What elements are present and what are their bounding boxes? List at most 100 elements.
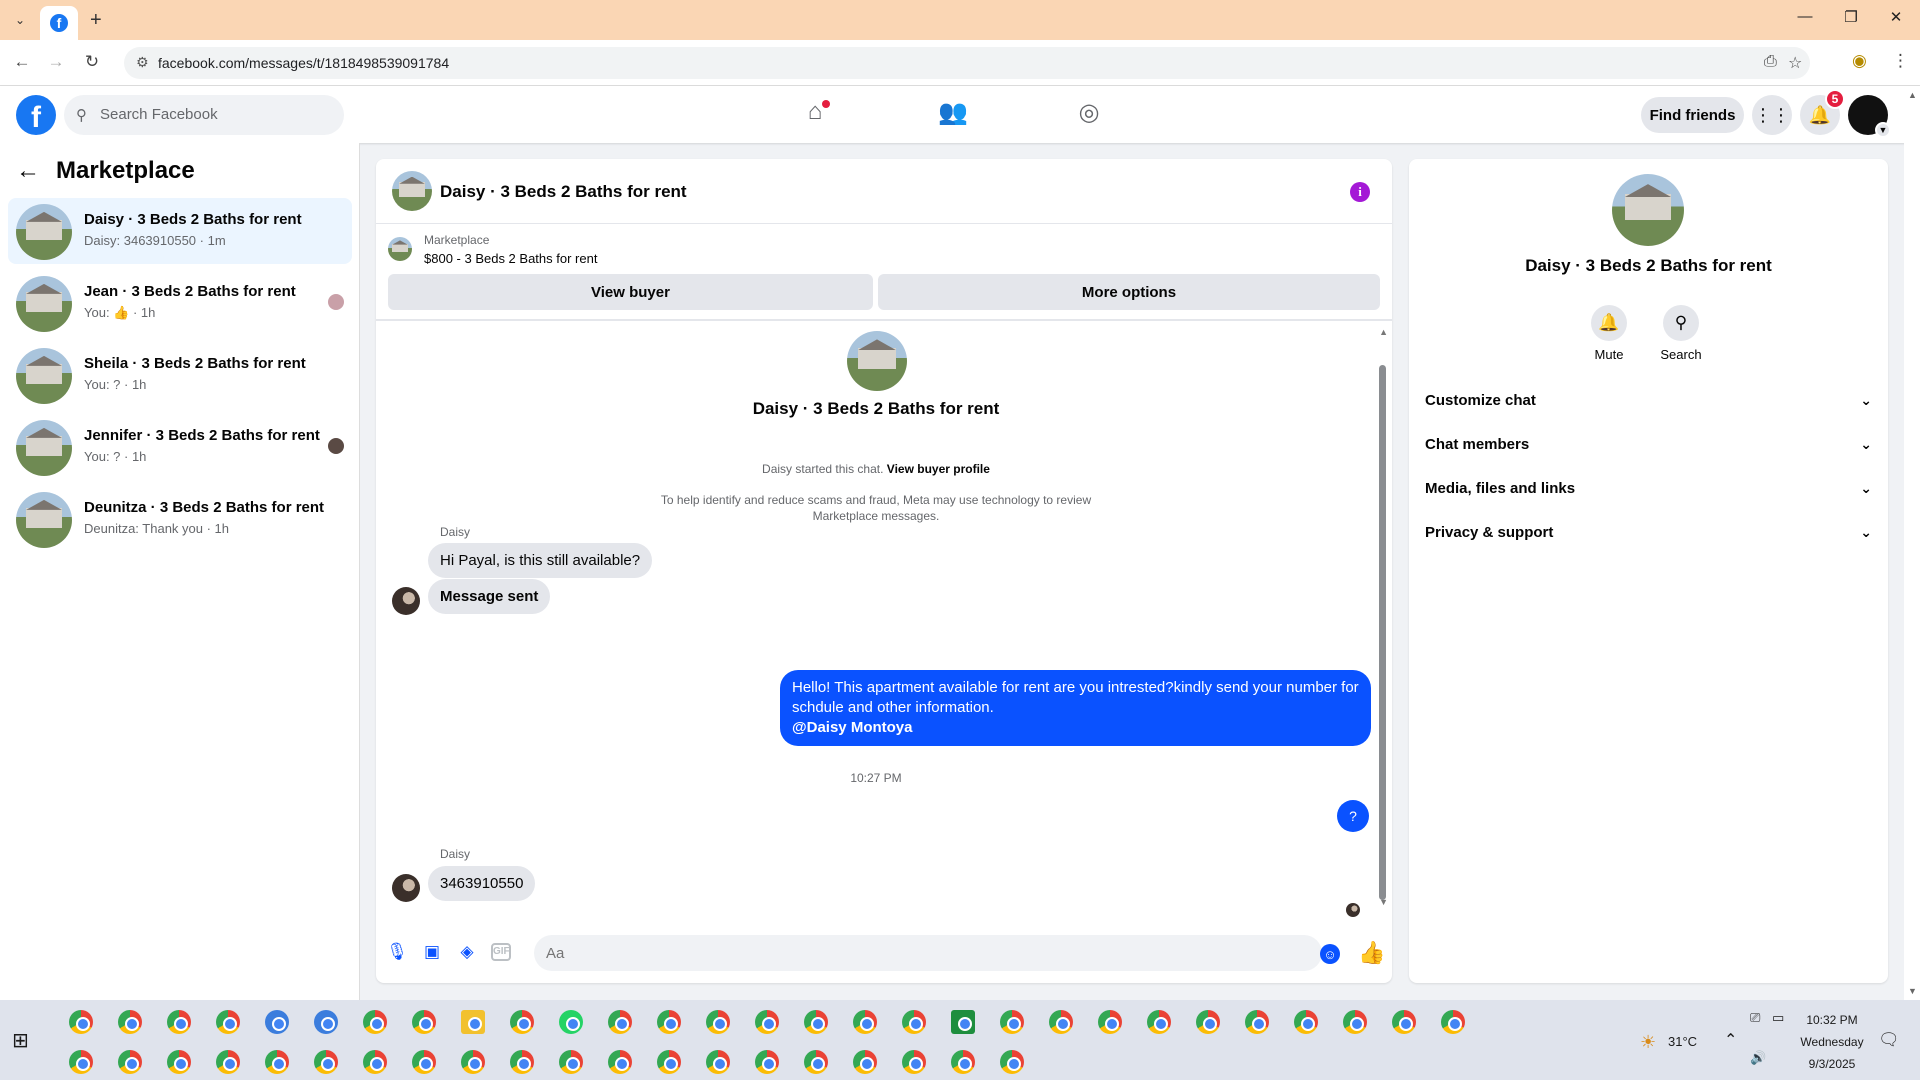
install-app-icon[interactable]: ⎙ — [1764, 53, 1777, 71]
chat-avatar[interactable] — [392, 171, 432, 211]
chat-title[interactable]: Daisy · 3 Beds 2 Baths for rent — [440, 182, 687, 202]
chrome-taskbar-icon[interactable] — [644, 1002, 693, 1042]
thumbs-up-icon[interactable]: 👍 — [1358, 940, 1385, 966]
chrome-taskbar-icon[interactable] — [987, 1002, 1036, 1042]
chrome-taskbar-icon[interactable] — [742, 1002, 791, 1042]
sheets-icon[interactable] — [938, 1002, 987, 1042]
browser-tab-facebook[interactable]: f — [40, 6, 78, 40]
chrome-taskbar-icon[interactable] — [693, 1042, 742, 1080]
emoji-icon[interactable]: ☺ — [1320, 944, 1340, 964]
address-bar[interactable]: ⚙ facebook.com/messages/t/18184985390917… — [124, 47, 1810, 79]
chrome-taskbar-icon[interactable] — [791, 1042, 840, 1080]
incoming-message[interactable]: Hi Payal, is this still available? — [428, 543, 653, 578]
chrome-taskbar-icon[interactable] — [1330, 1002, 1379, 1042]
friends-icon[interactable]: 👥 — [933, 98, 973, 132]
chrome-taskbar-icon[interactable] — [595, 1002, 644, 1042]
app-taskbar-icon[interactable] — [301, 1002, 350, 1042]
scroll-down-icon[interactable]: ▼ — [1379, 897, 1388, 907]
account-avatar[interactable]: ▼ — [1848, 95, 1891, 138]
forward-icon[interactable]: → — [44, 52, 68, 72]
scroll-up-icon[interactable]: ▲ — [1908, 90, 1917, 100]
chrome-taskbar-icon[interactable] — [105, 1042, 154, 1080]
chrome-taskbar-icon[interactable] — [1428, 1002, 1477, 1042]
chrome-taskbar-icon[interactable] — [350, 1042, 399, 1080]
message-input[interactable] — [534, 935, 1322, 971]
chrome-taskbar-icon[interactable] — [1379, 1002, 1428, 1042]
chat-members-section[interactable]: Chat members ⌄ — [1425, 436, 1872, 460]
chrome-taskbar-icon[interactable] — [644, 1042, 693, 1080]
groups-icon[interactable]: ◎ — [1069, 98, 1109, 132]
conversation-item-jennifer[interactable]: Jennifer · 3 Beds 2 Baths for rent You: … — [8, 414, 352, 480]
temperature[interactable]: 31°C — [1668, 1034, 1697, 1049]
chrome-taskbar-icon[interactable] — [1134, 1002, 1183, 1042]
outgoing-message[interactable]: ? — [1337, 800, 1369, 832]
chrome-taskbar-icon[interactable] — [154, 1002, 203, 1042]
incoming-message[interactable]: Message sent — [428, 579, 551, 614]
chrome-taskbar-icon[interactable] — [742, 1042, 791, 1080]
facebook-search-input[interactable]: ⚲ Search Facebook — [64, 95, 344, 135]
tab-search-chevron-icon[interactable]: ⌄ — [10, 10, 30, 30]
info-icon[interactable]: i — [1350, 182, 1370, 202]
site-settings-icon[interactable]: ⚙ — [136, 54, 149, 71]
customize-chat-section[interactable]: Customize chat ⌄ — [1425, 392, 1872, 416]
chrome-taskbar-icon[interactable] — [252, 1042, 301, 1080]
chrome-taskbar-icon[interactable] — [497, 1002, 546, 1042]
notification-center-icon[interactable]: 🗨 — [1878, 1030, 1900, 1050]
scroll-thumb[interactable] — [1379, 365, 1386, 900]
view-buyer-profile-link[interactable]: View buyer profile — [887, 462, 990, 476]
chrome-taskbar-icon[interactable] — [840, 1002, 889, 1042]
chrome-taskbar-icon[interactable] — [56, 1042, 105, 1080]
chrome-taskbar-icon[interactable] — [938, 1042, 987, 1080]
view-buyer-button[interactable]: View buyer — [388, 274, 873, 310]
mention-link[interactable]: @Daisy Montoya — [792, 718, 1359, 738]
search-in-chat-button[interactable]: ⚲ Search — [1651, 305, 1711, 362]
chrome-taskbar-icon[interactable] — [1183, 1002, 1232, 1042]
chrome-taskbar-icon[interactable] — [693, 1002, 742, 1042]
chrome-taskbar-icon[interactable] — [791, 1002, 840, 1042]
back-arrow-icon[interactable]: ← — [16, 157, 40, 185]
whatsapp-icon[interactable] — [546, 1002, 595, 1042]
scroll-down-icon[interactable]: ▼ — [1908, 986, 1917, 996]
facebook-logo-icon[interactable]: f — [16, 95, 56, 135]
chrome-taskbar-icon[interactable] — [154, 1042, 203, 1080]
chrome-taskbar-icon[interactable] — [546, 1042, 595, 1080]
reload-icon[interactable]: ↻ — [80, 52, 104, 72]
privacy-support-section[interactable]: Privacy & support ⌄ — [1425, 524, 1872, 548]
find-friends-button[interactable]: Find friends — [1641, 97, 1744, 133]
close-window-icon[interactable]: ✕ — [1876, 8, 1916, 26]
conversation-item-daisy[interactable]: Daisy · 3 Beds 2 Baths for rent Daisy: 3… — [8, 198, 352, 264]
gif-icon[interactable]: GIF — [491, 943, 511, 961]
restore-icon[interactable]: ❐ — [1831, 8, 1871, 26]
mute-button[interactable]: 🔔 Mute — [1579, 305, 1639, 362]
chrome-taskbar-icon[interactable] — [497, 1042, 546, 1080]
weather-icon[interactable]: ☀ — [1640, 1032, 1656, 1053]
photo-icon[interactable]: ▣ — [421, 942, 443, 964]
scroll-up-icon[interactable]: ▲ — [1379, 327, 1388, 337]
page-scrollbar[interactable]: ▲ ▼ — [1904, 86, 1920, 1000]
chrome-taskbar-icon[interactable] — [448, 1042, 497, 1080]
incoming-message[interactable]: 3463910550 — [428, 866, 536, 901]
back-icon[interactable]: ← — [10, 52, 34, 72]
chrome-taskbar-icon[interactable] — [399, 1042, 448, 1080]
bookmark-star-icon[interactable]: ☆ — [1788, 53, 1802, 73]
chrome-taskbar-icon[interactable] — [595, 1042, 644, 1080]
chrome-taskbar-icon[interactable] — [56, 1002, 105, 1042]
chrome-taskbar-icon[interactable] — [1036, 1002, 1085, 1042]
chrome-taskbar-icon[interactable] — [399, 1002, 448, 1042]
file-explorer-icon[interactable] — [448, 1002, 497, 1042]
chrome-taskbar-icon[interactable] — [203, 1042, 252, 1080]
chrome-taskbar-icon[interactable] — [1085, 1002, 1134, 1042]
profile-icon[interactable]: ◉ — [1852, 51, 1867, 71]
chrome-taskbar-icon[interactable] — [350, 1002, 399, 1042]
conversation-item-sheila[interactable]: Sheila · 3 Beds 2 Baths for rent You: ? … — [8, 342, 352, 408]
media-files-links-section[interactable]: Media, files and links ⌄ — [1425, 480, 1872, 504]
chrome-taskbar-icon[interactable] — [105, 1002, 154, 1042]
sticker-icon[interactable]: ◈ — [456, 942, 478, 964]
volume-icon[interactable]: 🔊 — [1750, 1050, 1766, 1066]
chrome-taskbar-icon[interactable] — [203, 1002, 252, 1042]
tray-chevron-up-icon[interactable]: ⌃ — [1724, 1030, 1737, 1050]
app-taskbar-icon[interactable] — [252, 1002, 301, 1042]
chrome-taskbar-icon[interactable] — [840, 1042, 889, 1080]
windows-start-icon[interactable]: ⊞ — [12, 1028, 29, 1053]
chat-scrollbar[interactable]: ▲ ▼ — [1378, 327, 1388, 907]
